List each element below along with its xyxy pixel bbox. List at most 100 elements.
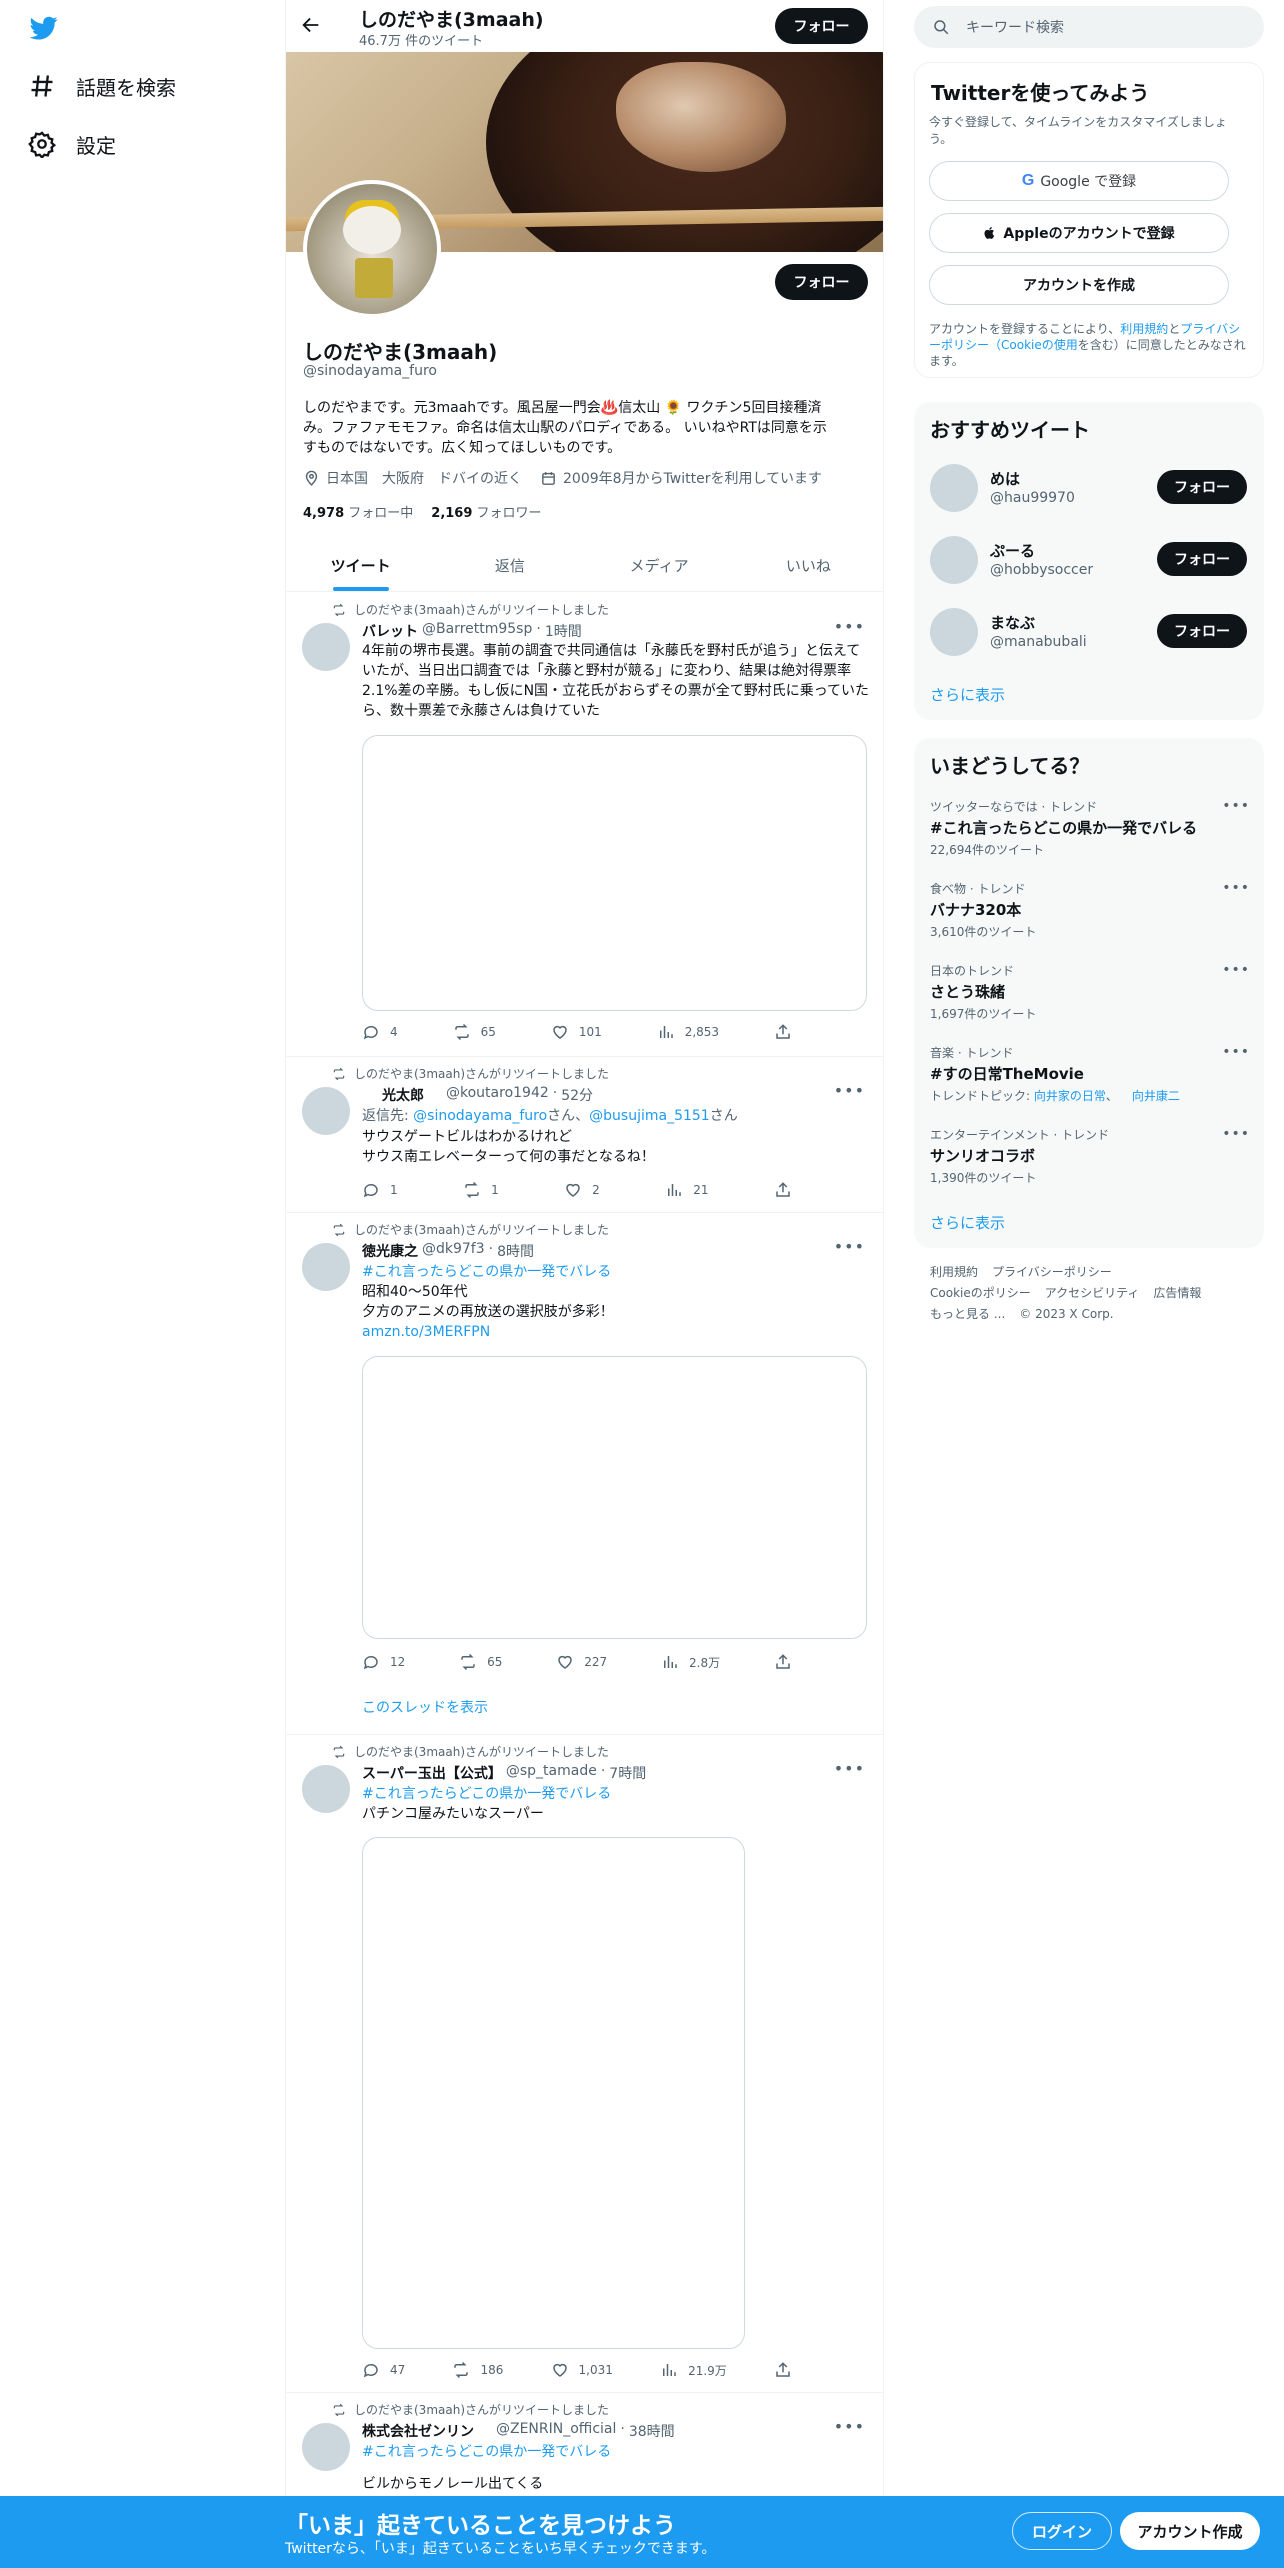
tab-likes[interactable]: いいね — [734, 540, 883, 591]
profile-follow-button[interactable]: フォロー — [775, 264, 868, 300]
recommend-follow-button[interactable]: フォロー — [1157, 614, 1247, 648]
trend-item[interactable]: 日本のトレンド さとう珠緒 1,697件のツイート ••• — [930, 962, 1250, 1022]
author-name[interactable]: 株式会社ゼンリン — [362, 2421, 474, 2441]
hashtag-link[interactable]: #これ言ったらどこの県か一発でバレる — [362, 2442, 872, 2462]
hashtag-link[interactable]: #これ言ったらどこの県か一発でバレる — [362, 1262, 872, 1282]
tab-media[interactable]: メディア — [585, 540, 734, 591]
trend-topic-link[interactable]: 向井家の日常 — [1034, 1089, 1106, 1103]
author-handle[interactable]: @Barrettm95sp — [422, 621, 532, 641]
tweet-media[interactable] — [362, 1356, 867, 1639]
more-options-icon[interactable]: ••• — [834, 1237, 865, 1256]
twitter-logo-icon[interactable] — [28, 14, 60, 42]
terms-link[interactable]: 利用規約 — [1120, 322, 1168, 336]
tweet-time[interactable]: 7時間 — [609, 1763, 646, 1783]
trend-item[interactable]: エンターテインメント · トレンド サンリオコラボ 1,390件のツイート ••… — [930, 1126, 1250, 1186]
like-button[interactable]: 101 — [551, 1023, 602, 1041]
more-options-icon[interactable]: ••• — [1222, 962, 1250, 978]
search-input[interactable]: キーワード検索 — [966, 17, 1064, 37]
reply-button[interactable]: 1 — [362, 1181, 398, 1199]
tweet-time[interactable]: 52分 — [561, 1085, 593, 1105]
nav-explore[interactable]: 話題を検索 — [28, 66, 176, 106]
author-name[interactable]: スーパー玉出【公式】 — [362, 1763, 502, 1783]
retweet-button[interactable]: 65 — [453, 1023, 496, 1041]
profile-avatar[interactable] — [303, 180, 441, 318]
footer-link[interactable]: Cookieのポリシー — [930, 1286, 1031, 1300]
more-options-icon[interactable]: ••• — [834, 1759, 865, 1778]
reply-button[interactable]: 47 — [362, 2361, 405, 2379]
tweet-media[interactable] — [362, 735, 867, 1011]
avatar[interactable] — [930, 464, 978, 512]
external-link[interactable]: amzn.to/3MERFPN — [362, 1322, 872, 1342]
author-handle[interactable]: @koutaro1942 — [446, 1085, 549, 1105]
author-name[interactable]: 光太郎 — [382, 1085, 424, 1105]
like-button[interactable]: 2 — [564, 1181, 600, 1199]
show-thread-link[interactable]: このスレッドを表示 — [362, 1697, 488, 1717]
author-handle[interactable]: @sp_tamade — [506, 1763, 597, 1783]
trend-item[interactable]: ツイッターならでは · トレンド #これ言ったらどこの県か一発でバレる 22,6… — [930, 798, 1250, 858]
retweet-button[interactable]: 1 — [463, 1181, 499, 1199]
reply-to-link[interactable]: @busujima_5151 — [589, 1108, 710, 1124]
tab-tweets[interactable]: ツイート — [286, 540, 435, 591]
tab-replies[interactable]: 返信 — [435, 540, 584, 591]
tweet-time[interactable]: 38時間 — [629, 2421, 675, 2441]
footer-link[interactable]: 広告情報 — [1153, 1286, 1201, 1300]
avatar[interactable] — [302, 2423, 350, 2471]
search-bar[interactable]: キーワード検索 — [914, 6, 1264, 48]
views-button[interactable]: 2,853 — [657, 1023, 719, 1041]
recommend-show-more[interactable]: さらに表示 — [930, 684, 1005, 705]
recommend-user[interactable]: まなぶ @manabubali フォロー — [930, 606, 1250, 658]
recommend-follow-button[interactable]: フォロー — [1157, 470, 1247, 504]
trend-item[interactable]: 音楽 · トレンド #すの日常TheMovie トレンドトピック: 向井家の日常… — [930, 1044, 1250, 1104]
retweet-button[interactable]: 186 — [452, 2361, 503, 2379]
tweet[interactable]: しのだやま(3maah)さんがリツイートしました バレット @Barrettm9… — [286, 593, 883, 1057]
more-options-icon[interactable]: ••• — [1222, 1044, 1250, 1060]
followers-link[interactable]: 2,169 フォロワー — [431, 502, 541, 521]
more-options-icon[interactable]: ••• — [834, 1081, 865, 1100]
share-button[interactable] — [774, 2361, 792, 2379]
nav-settings[interactable]: 設定 — [28, 124, 116, 164]
recommend-user-name[interactable]: まなぶ — [990, 612, 1035, 633]
like-button[interactable]: 1,031 — [551, 2361, 613, 2379]
views-button[interactable]: 2.8万 — [661, 1653, 720, 1671]
create-account-button[interactable]: アカウントを作成 — [929, 265, 1229, 305]
more-options-icon[interactable]: ••• — [1222, 1126, 1250, 1142]
views-button[interactable]: 21 — [665, 1181, 709, 1199]
google-signup-button[interactable]: G Google で登録 — [929, 161, 1229, 201]
trend-topic-link[interactable]: 向井康二 — [1132, 1089, 1180, 1103]
signup-button[interactable]: アカウント作成 — [1120, 2512, 1260, 2550]
reply-button[interactable]: 12 — [362, 1653, 405, 1671]
tweet[interactable]: しのだやま(3maah)さんがリツイートしました 株式会社ゼンリン @ZENRI… — [286, 2393, 883, 2513]
cookie-link[interactable]: （Cookieの使用 — [989, 338, 1078, 352]
share-button[interactable] — [774, 1653, 792, 1671]
tweet-time[interactable]: 1時間 — [545, 621, 582, 641]
recommend-user-name[interactable]: めは — [990, 468, 1020, 489]
avatar[interactable] — [302, 1243, 350, 1291]
following-link[interactable]: 4,978 フォロー中 — [303, 502, 413, 521]
recommend-user-name[interactable]: ぷーる — [990, 540, 1035, 561]
trend-item[interactable]: 食べ物 · トレンド バナナ320本 3,610件のツイート ••• — [930, 880, 1250, 940]
share-button[interactable] — [774, 1181, 792, 1199]
retweet-button[interactable]: 65 — [459, 1653, 502, 1671]
more-options-icon[interactable]: ••• — [834, 617, 865, 636]
apple-signup-button[interactable]: Appleのアカウントで登録 — [929, 213, 1229, 253]
hashtag-link[interactable]: #これ言ったらどこの県か一発でバレる — [362, 1784, 872, 1804]
recommend-user[interactable]: ぷーる @hobbysoccer フォロー — [930, 534, 1250, 586]
views-button[interactable]: 21.9万 — [660, 2361, 727, 2379]
tweet[interactable]: しのだやま(3maah)さんがリツイートしました 光太郎 @koutaro194… — [286, 1057, 883, 1213]
author-handle[interactable]: @ZENRIN_official — [496, 2421, 616, 2441]
footer-link[interactable]: 利用規約 — [930, 1265, 978, 1279]
avatar[interactable] — [302, 1087, 350, 1135]
reply-to-link[interactable]: @sinodayama_furo — [413, 1108, 547, 1124]
recommend-follow-button[interactable]: フォロー — [1157, 542, 1247, 576]
login-button[interactable]: ログイン — [1012, 2512, 1112, 2550]
reply-button[interactable]: 4 — [362, 1023, 398, 1041]
avatar[interactable] — [930, 608, 978, 656]
more-options-icon[interactable]: ••• — [1222, 798, 1250, 814]
recommend-user[interactable]: めは @hau99970 フォロー — [930, 462, 1250, 514]
footer-link[interactable]: アクセシビリティ — [1045, 1286, 1140, 1300]
tweet[interactable]: しのだやま(3maah)さんがリツイートしました 徳光康之 @dk97f3 · … — [286, 1213, 883, 1735]
avatar[interactable] — [930, 536, 978, 584]
tweet-media[interactable] — [362, 1837, 745, 2349]
more-options-icon[interactable]: ••• — [834, 2417, 865, 2436]
trends-show-more[interactable]: さらに表示 — [930, 1212, 1005, 1233]
